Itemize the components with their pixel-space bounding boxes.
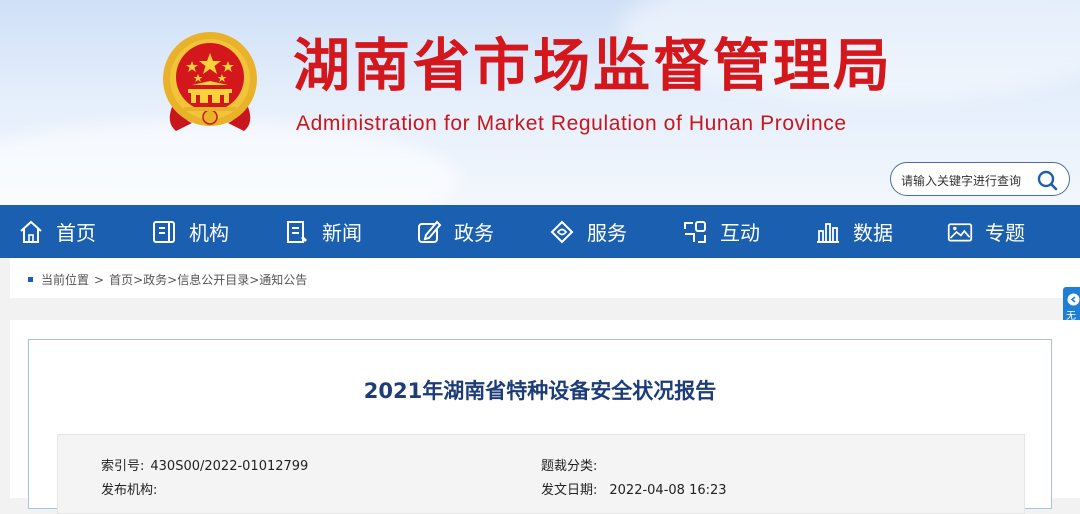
nav-item-news[interactable]: 新闻 [284,205,362,258]
site-header: 湖南省市场监督管理局 Administration for Market Reg… [0,0,1080,205]
home-icon [20,220,42,243]
nav-item-interaction[interactable]: 互动 [682,205,760,258]
nav-item-home[interactable]: 首页 [18,205,96,258]
nav-item-government[interactable]: 政务 [416,205,494,258]
site-subtitle: Administration for Market Regulation of … [296,112,847,135]
nav-item-label: 首页 [56,221,96,245]
search-placeholder: 请输入关键字进行查询 [901,174,1022,188]
nav-item-organization[interactable]: 机构 [151,205,229,258]
interaction-icon [684,220,706,243]
meta-index: 索引号: 430S00/2022-01012799 [101,455,308,474]
breadcrumb-prefix: 当前位置 [41,273,90,287]
nav-item-label: 互动 [720,221,760,245]
organization-icon [153,220,175,243]
search-icon[interactable] [1035,168,1059,192]
main-nav: 首页 机构 新闻 政务 服务 互动 数据 专题 [0,205,1080,258]
meta-issuer: 发布机构: [101,479,163,498]
nav-item-label: 新闻 [322,221,362,245]
image-icon [947,222,973,242]
news-icon [287,220,307,243]
data-chart-icon [817,222,839,243]
nav-item-label: 机构 [189,221,229,245]
breadcrumb-path[interactable]: 首页>政务>信息公开目录>通知公告 [109,271,307,288]
nav-item-data[interactable]: 数据 [815,205,893,258]
site-title: 湖南省市场监督管理局 [293,33,893,99]
search-input[interactable]: 请输入关键字进行查询 [890,162,1070,196]
meta-category: 题裁分类: [541,455,603,474]
meta-index-label: 索引号: [101,459,145,474]
service-icon [550,220,574,243]
nav-item-label: 服务 [587,221,627,245]
meta-issuer-label: 发布机构: [101,483,158,498]
article-meta-box [57,434,1025,514]
meta-date-value: 2022-04-08 16:23 [609,483,727,498]
breadcrumb-separator: > [94,272,105,287]
bullet-square-icon [28,277,33,282]
article-title: 2021年湖南省特种设备安全状况报告 [363,379,717,403]
wheelchair-icon [1067,293,1080,306]
nav-item-label: 数据 [853,221,893,245]
national-emblem-icon [163,32,257,131]
nav-item-service[interactable]: 服务 [549,205,627,258]
nav-item-topics[interactable]: 专题 [947,205,1025,258]
breadcrumb: 当前位置 > 首页>政务>信息公开目录>通知公告 [28,271,307,288]
meta-category-label: 题裁分类: [541,459,598,474]
meta-date-label: 发文日期: [541,483,598,498]
meta-date: 发文日期: 2022-04-08 16:23 [541,479,727,498]
nav-item-label: 专题 [985,221,1025,245]
meta-index-value: 430S00/2022-01012799 [150,459,309,474]
breadcrumb-bar: 当前位置 > 首页>政务>信息公开目录>通知公告 [10,258,1080,298]
edit-icon [418,220,442,243]
nav-item-label: 政务 [454,221,494,245]
